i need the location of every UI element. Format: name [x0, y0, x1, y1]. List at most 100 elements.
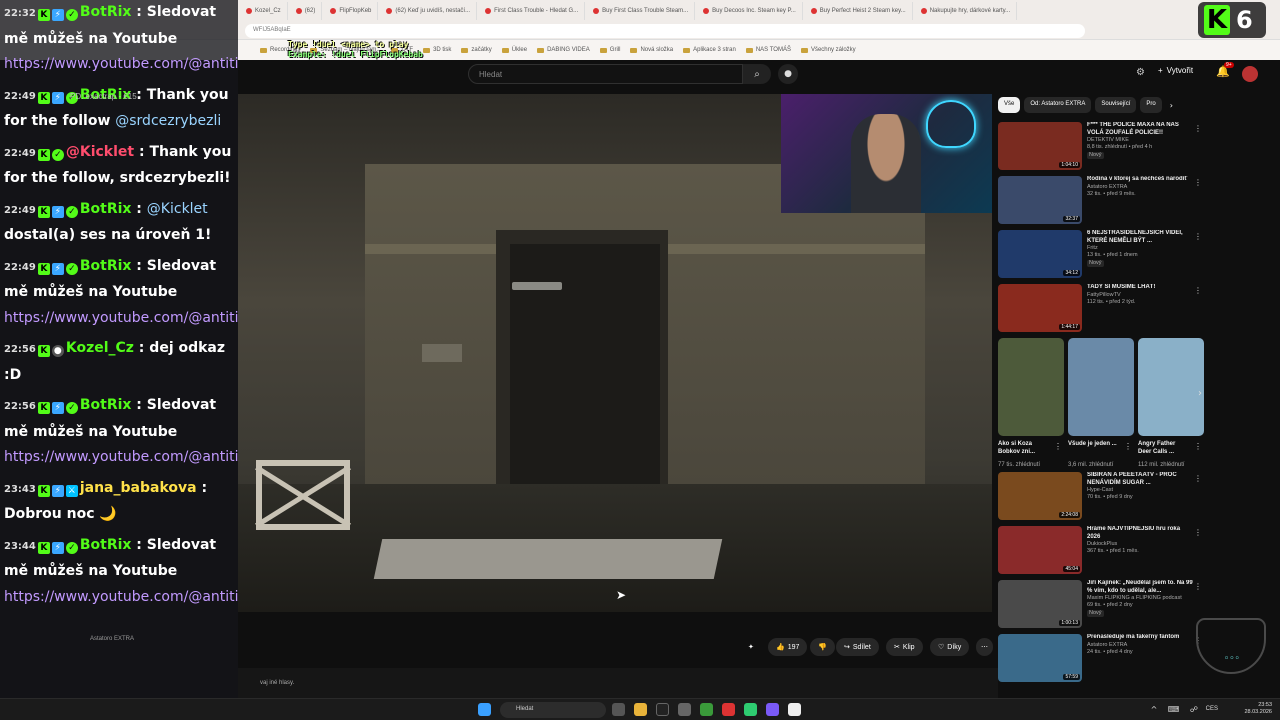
recommended-video[interactable]: 45:04 Hráme NAJVTIPNEJŠIU hru roka 2026 Du… [998, 526, 1208, 576]
chat-link[interactable]: https://www.youtube.com/@antitiktokercz [4, 56, 238, 72]
more-vert-icon[interactable]: ⋮ [1194, 178, 1202, 187]
video-thumbnail[interactable]: 2:24:08 [998, 472, 1082, 520]
channel-name[interactable]: FattyPillowTV [1087, 292, 1195, 299]
avatar[interactable] [1242, 66, 1258, 82]
remix-icon[interactable]: ✦ [748, 638, 754, 656]
browser-tab[interactable]: First Class Trouble - Hledat G... [479, 2, 586, 20]
channel-name[interactable]: DukiockPlus [1087, 541, 1195, 548]
like-button[interactable]: 👍 197 [768, 638, 808, 656]
url-input[interactable]: WFIJ5ABqIaE [245, 24, 1085, 38]
chevron-right-icon[interactable]: › [1170, 101, 1173, 110]
taskbar-clock[interactable]: 23:53 28.03.2026 [1244, 702, 1272, 716]
more-vert-icon[interactable]: ⋮ [1124, 442, 1132, 451]
chat-mention[interactable]: @Kicklet [147, 201, 208, 217]
chrome-icon[interactable] [788, 703, 801, 716]
bookmark-item[interactable]: Úklee [501, 47, 527, 53]
browser-tab[interactable]: Buy Decoos Inc. Steam key P... [697, 2, 803, 20]
tiktok-icon[interactable] [656, 703, 669, 716]
video-title[interactable]: TADY SI MUSÍME LHÁT! [1087, 284, 1195, 292]
channel-name[interactable]: Astatoro EXTRA [1087, 184, 1195, 191]
share-button[interactable]: ↪ Sdílet [836, 638, 879, 656]
chat-mention[interactable]: @srdcezrybezli [115, 113, 221, 129]
recommended-video[interactable]: 2:24:08 SIBIŘAN A PEEETAATV - PROČ NENÁVI… [998, 472, 1208, 522]
short-thumbnail[interactable] [1068, 338, 1134, 436]
recommended-video[interactable]: 1:04:10 F*** THE POLICE MAXA NA NÁS VOLÁ … [998, 122, 1208, 172]
windows-start-icon[interactable] [478, 703, 491, 716]
short-item[interactable]: Angry Father Deer Calls ... 112 mil. zhlé… [1138, 338, 1204, 468]
chevron-right-icon[interactable]: › [1198, 388, 1202, 399]
dislike-button[interactable]: 👎 [810, 638, 835, 656]
browser-tab[interactable]: FlipFlopKeb [324, 2, 379, 20]
bookmark-item[interactable]: Grill [599, 47, 620, 53]
chat-username[interactable]: BotRix [80, 258, 132, 274]
bookmark-item[interactable]: NAS TOMÁŠ [745, 47, 791, 53]
task-view-icon[interactable] [612, 703, 625, 716]
more-vert-icon[interactable]: ⋮ [1194, 442, 1202, 451]
chat-username[interactable]: Kozel_Cz [66, 340, 134, 356]
bookmark-item[interactable]: Nová složka [630, 47, 673, 53]
bookmark-item[interactable]: začátky [461, 47, 492, 53]
video-title[interactable]: SIBIŘAN A PEEETAATV - PROČ NENÁVIDÍM SUG… [1087, 472, 1195, 487]
cast-icon[interactable]: ⚙ [1136, 67, 1145, 78]
browser-tab[interactable]: Nakupujte hry, dárkové karty... [915, 2, 1018, 20]
browser-tab[interactable]: Kozel_Cz [240, 2, 288, 20]
create-button[interactable]: + Vytvořit [1158, 66, 1193, 75]
video-title[interactable]: Prenasleduje ma fakeľný fantom [1087, 634, 1195, 642]
short-title[interactable]: Ako si Koza Bobkov zni... [998, 440, 1050, 462]
browser-tab[interactable]: Buy Perfect Heist 2 Steam key... [805, 2, 913, 20]
filter-chip[interactable]: Od: Astatoro EXTRA [1024, 97, 1092, 113]
more-vert-icon[interactable]: ⋮ [1194, 582, 1202, 591]
system-tray-icons[interactable]: ^ ⌨ ☍ [1151, 705, 1202, 714]
short-item[interactable]: Všude je jeden ... 3,6 mil. zhlédnutí ⋮ [1068, 338, 1134, 468]
channel-name[interactable]: Hype-Cast [1087, 487, 1195, 494]
more-vert-icon[interactable]: ⋮ [1054, 442, 1062, 451]
chat-username[interactable]: BotRix [80, 4, 132, 20]
filter-chip[interactable]: Související [1095, 97, 1137, 113]
settings-icon[interactable] [678, 703, 691, 716]
chat-username[interactable]: @Kicklet [66, 144, 134, 160]
short-item[interactable]: Ako si Koza Bobkov zni... 77 tis. zhlédnu… [998, 338, 1064, 468]
recommended-video[interactable]: 57:59 Prenasleduje ma fakeľný fantom Astat… [998, 634, 1208, 684]
media-player-icon[interactable] [744, 703, 757, 716]
more-vert-icon[interactable]: ⋮ [1194, 124, 1202, 133]
video-player[interactable]: ➤ [238, 94, 992, 612]
video-thumbnail[interactable]: 34:12 [998, 230, 1082, 278]
recommended-video[interactable]: 1:00:13 Jiří Kajínek: „Neudělal jsem to. … [998, 580, 1208, 630]
video-title[interactable]: Rodina v ktorej sa nechceš narodiť [1087, 176, 1195, 184]
video-thumbnail[interactable]: 1:44:17 [998, 284, 1082, 332]
browser-tab[interactable]: (62) Keď ju uvidíš, nestačí... [380, 2, 478, 20]
chat-link[interactable]: https://www.youtube.com/@antitiktokercz [4, 310, 238, 326]
bookmark-item[interactable]: 3D tisk [423, 47, 451, 53]
microphone-icon[interactable]: ● [778, 64, 798, 84]
recommended-video[interactable]: 32:37 Rodina v ktorej sa nechceš narodiť A… [998, 176, 1208, 226]
video-title[interactable]: 6 NEJSTRAŠIDELNĚJŠÍCH VIDEÍ, KTERÉ NEMĚL… [1087, 230, 1195, 245]
chat-username[interactable]: BotRix [80, 201, 132, 217]
video-thumbnail[interactable]: 1:00:13 [998, 580, 1082, 628]
short-title[interactable]: Všude je jeden ... [1068, 440, 1120, 462]
chat-username[interactable]: jana_babakova [80, 480, 197, 496]
more-vert-icon[interactable]: ⋮ [1194, 474, 1202, 483]
bookmark-item[interactable]: DABING VIDEA [537, 47, 590, 53]
file-explorer-icon[interactable] [634, 703, 647, 716]
taskbar-search-input[interactable]: Hledat [500, 702, 606, 718]
video-title[interactable]: Jiří Kajínek: „Neudělal jsem to. Na 99 %… [1087, 580, 1195, 595]
short-thumbnail[interactable] [998, 338, 1064, 436]
bookmark-item[interactable]: Aplikace 3 stran [683, 47, 736, 53]
browser-tab[interactable]: Buy First Class Trouble Steam... [587, 2, 696, 20]
video-thumbnail[interactable]: 57:59 [998, 634, 1082, 682]
browser-tab[interactable]: (62) [290, 2, 323, 20]
short-title[interactable]: Angry Father Deer Calls ... [1138, 440, 1190, 462]
clip-button[interactable]: ✂ Klip [886, 638, 923, 656]
channel-name[interactable]: Astatoro EXTRA [1087, 642, 1195, 649]
video-thumbnail[interactable]: 32:37 [998, 176, 1082, 224]
video-title[interactable]: Hráme NAJVTIPNEJŠIU hru roka 2026 [1087, 526, 1195, 541]
channel-name[interactable]: Maxim FLIPKING a FLIPKING podcast [1087, 595, 1195, 602]
opera-gx-icon[interactable] [722, 703, 735, 716]
search-icon[interactable]: ⌕ [743, 64, 771, 84]
recommended-video[interactable]: 34:12 6 NEJSTRAŠIDELNĚJŠÍCH VIDEÍ, KTERÉ … [998, 230, 1208, 280]
xbox-icon[interactable] [700, 703, 713, 716]
filter-chip[interactable]: Vše [998, 97, 1021, 113]
input-language[interactable]: CES [1206, 706, 1218, 712]
chat-username[interactable]: BotRix [80, 397, 132, 413]
chat-link[interactable]: https://www.youtube.com/@antitiktokercz [4, 589, 238, 605]
